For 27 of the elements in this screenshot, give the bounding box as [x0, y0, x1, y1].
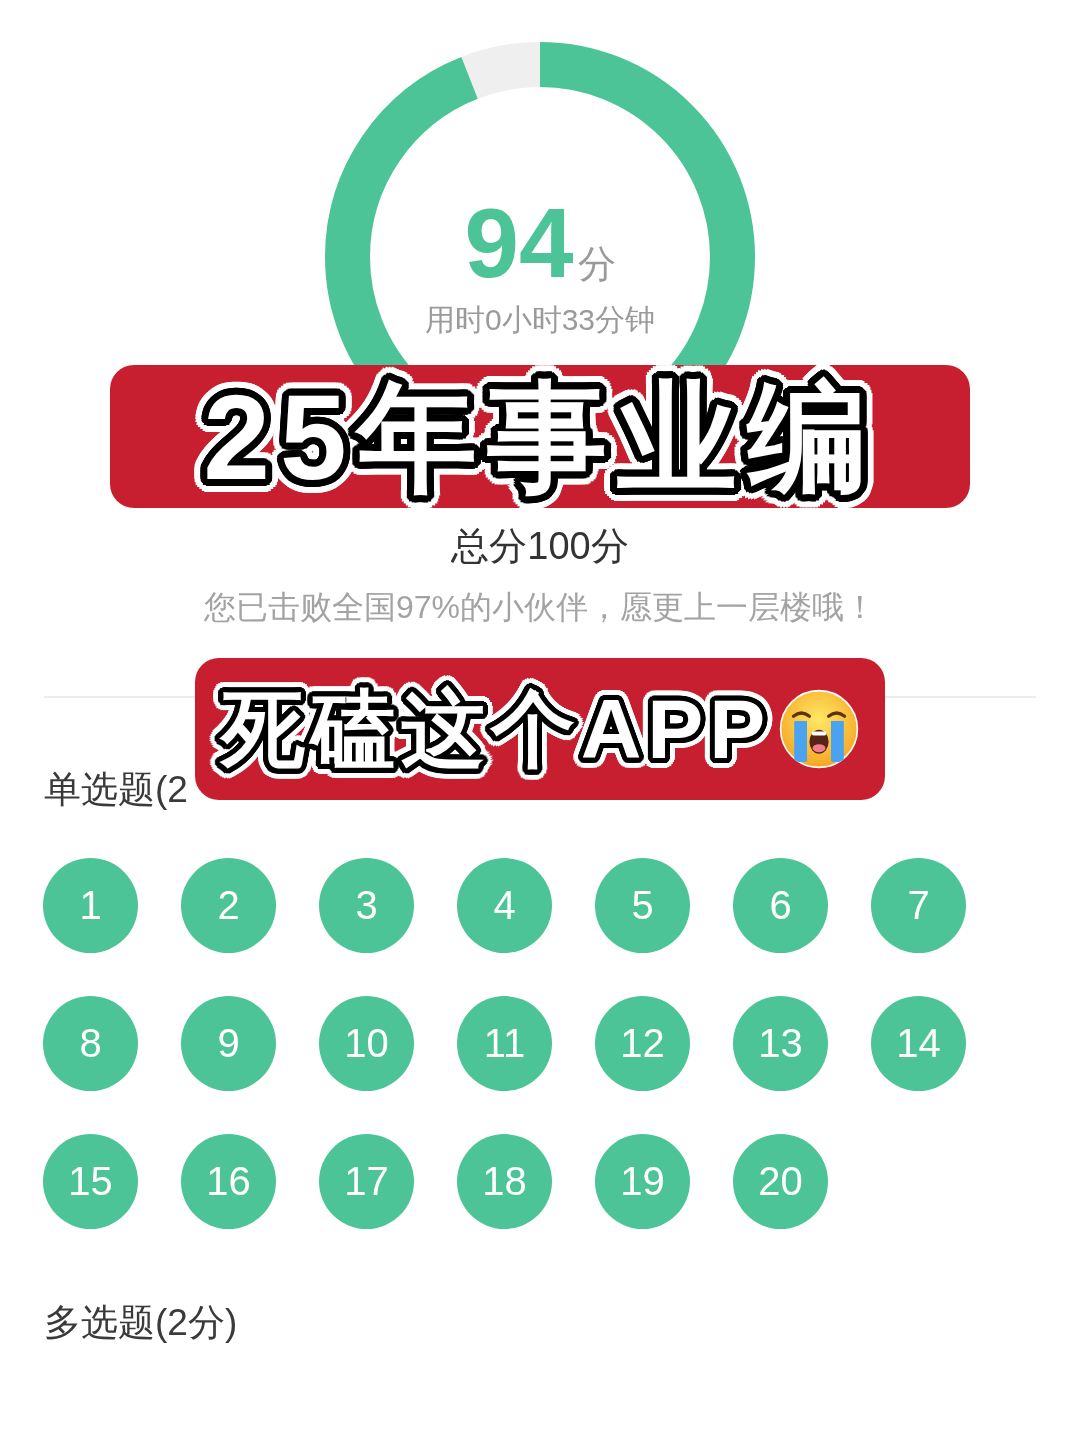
question-number-button[interactable]: 11	[457, 996, 552, 1092]
question-number-button[interactable]: 6	[733, 858, 828, 954]
question-number-button[interactable]: 1	[43, 858, 138, 954]
question-number-button[interactable]: 15	[43, 1134, 138, 1230]
question-number-button[interactable]: 16	[181, 1134, 276, 1230]
question-number-button[interactable]: 2	[181, 858, 276, 954]
score-value: 94	[464, 194, 574, 292]
question-number-button[interactable]: 12	[595, 996, 690, 1092]
total-score-text: 总分100分	[451, 524, 629, 569]
score-unit: 分	[577, 245, 616, 283]
duration-text: 用时0小时33分钟	[424, 302, 656, 338]
question-number-button[interactable]: 19	[595, 1134, 690, 1230]
section-title: 单选题(2	[44, 768, 188, 812]
question-number-button[interactable]: 20	[733, 1134, 828, 1230]
question-number-button[interactable]: 17	[319, 1134, 414, 1230]
ranking-text: 您已击败全国97%的小伙伴，愿更上一层楼哦！	[203, 587, 876, 626]
question-number-button[interactable]: 8	[43, 996, 138, 1092]
question-number-button[interactable]: 14	[871, 996, 966, 1092]
question-number-button[interactable]: 5	[595, 858, 690, 954]
question-number-button[interactable]: 4	[457, 858, 552, 954]
question-number-button[interactable]: 7	[871, 858, 966, 954]
question-number-button[interactable]: 18	[457, 1134, 552, 1230]
question-number-button[interactable]: 13	[733, 996, 828, 1092]
question-number-button[interactable]: 10	[319, 996, 414, 1092]
question-number-button[interactable]: 9	[181, 996, 276, 1092]
section-title: 多选题(2分)	[44, 1301, 238, 1346]
question-number-button[interactable]: 3	[319, 858, 414, 954]
